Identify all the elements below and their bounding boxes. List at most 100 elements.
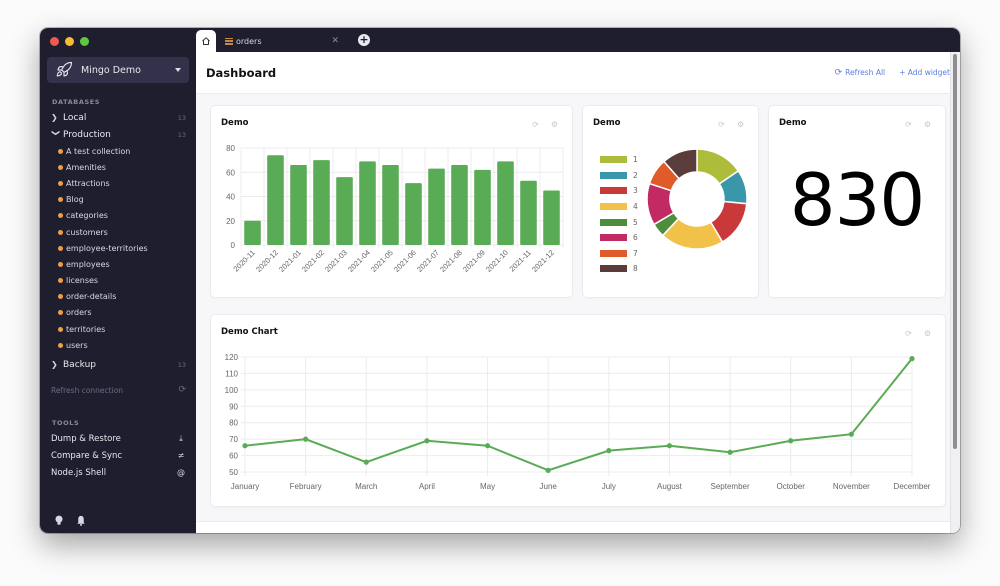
x-tick-label: November [833, 482, 870, 491]
bar [428, 168, 445, 245]
refresh-connection-button[interactable]: Refresh connection ⟳ [51, 385, 186, 395]
bar [520, 180, 537, 245]
chevron-right-icon: ❯ [51, 360, 58, 370]
y-tick-label: 60 [229, 452, 238, 461]
y-tick-label: 80 [229, 419, 238, 428]
y-tick-label: 120 [225, 353, 239, 362]
tab-orders[interactable]: orders ✕ [218, 30, 346, 52]
collection-name: Amenities [66, 162, 106, 172]
y-tick-label: 20 [226, 217, 235, 226]
page-title: Dashboard [206, 65, 277, 80]
x-tick-label: August [657, 482, 683, 491]
refresh-icon[interactable]: ⟳ [905, 120, 912, 129]
collection-name: A test collection [66, 146, 131, 156]
close-tab-icon[interactable]: ✕ [331, 36, 339, 46]
legend-item[interactable]: 8 [600, 261, 638, 277]
y-tick-label: 70 [229, 435, 238, 444]
y-tick-label: 0 [231, 241, 236, 250]
collection-name: categories [66, 211, 108, 221]
collection-item[interactable]: customers [40, 224, 196, 240]
legend-item[interactable]: 6 [600, 230, 638, 246]
bar-chart: 0204060802020-112020-122021-012021-02202… [226, 144, 564, 274]
bar-chart-widget: Demo ⟳ ⚙ 0 20 40 60 80 2020-11 2020-12 2021-01 2… [211, 106, 572, 297]
data-point [909, 356, 915, 362]
x-tick-label: January [231, 482, 259, 491]
collection-item[interactable]: Blog [40, 192, 196, 208]
tool-compare-sync[interactable]: Compare & Sync ≠ [40, 447, 196, 464]
widget-title: Demo [593, 118, 621, 128]
collection-status-dot [58, 294, 63, 300]
gear-icon[interactable]: ⚙ [737, 120, 744, 129]
collection-item[interactable]: categories [40, 208, 196, 224]
db-production[interactable]: ❯ Production 13 [40, 126, 196, 143]
collection-item[interactable]: order-details [40, 289, 196, 305]
legend-label: 3 [633, 186, 638, 196]
app-window: Mingo Demo DATABASES ❯ Local 13 ❯ Produc… [40, 28, 960, 533]
bar [497, 161, 514, 245]
bar [359, 161, 376, 245]
minimize-window-button[interactable] [65, 37, 74, 46]
collection-item[interactable]: employee-territories [40, 240, 196, 256]
tool-label: Compare & Sync [51, 450, 123, 461]
data-point [545, 467, 551, 473]
collection-status-dot [58, 229, 63, 235]
legend-item[interactable]: 2 [600, 168, 638, 184]
collection-name: Attractions [66, 178, 110, 188]
donut-slice [646, 182, 675, 226]
close-window-button[interactable] [50, 37, 59, 46]
collection-name: employee-territories [66, 243, 148, 253]
collection-status-dot [58, 213, 63, 219]
collection-name: orders [66, 308, 92, 318]
x-tick-label: March [355, 482, 377, 491]
collection-item[interactable]: territories [40, 321, 196, 337]
data-point [484, 443, 491, 449]
db-backup[interactable]: ❯ Backup 13 [40, 356, 196, 373]
legend-item[interactable]: 3 [600, 183, 638, 199]
connection-name: Mingo Demo [81, 64, 141, 76]
legend-swatch [600, 156, 627, 164]
legend-label: 7 [633, 248, 638, 258]
x-tick-label: July [602, 482, 616, 491]
legend-item[interactable]: 5 [600, 214, 638, 230]
x-tick-label: 2021-03 [323, 248, 349, 274]
legend-item[interactable]: 1 [600, 152, 638, 168]
x-tick-label: 2021-12 [530, 248, 556, 274]
collection-item[interactable]: Attractions [40, 175, 196, 191]
data-point [303, 436, 309, 442]
collection-item[interactable]: licenses [40, 273, 196, 289]
collection-item[interactable]: employees [40, 256, 196, 272]
collection-status-dot [58, 245, 63, 251]
data-point [848, 431, 854, 437]
collection-item[interactable]: Amenities [40, 159, 196, 175]
scrollbar-thumb[interactable] [953, 54, 957, 449]
legend-item[interactable]: 4 [600, 199, 638, 215]
collection-icon [225, 37, 233, 45]
legend-item[interactable]: 7 [600, 246, 638, 262]
refresh-all-button[interactable]: ⟳ Refresh All [835, 68, 886, 78]
legend-label: 2 [633, 170, 638, 180]
legend-label: 4 [633, 202, 638, 212]
line-series [244, 358, 913, 472]
window-controls [50, 37, 89, 46]
donut-slice [696, 148, 740, 185]
connection-selector[interactable]: Mingo Demo [47, 57, 189, 83]
x-tick-label: 2021-04 [346, 248, 372, 274]
db-local[interactable]: ❯ Local 13 [40, 109, 196, 126]
y-tick-label: 40 [226, 193, 235, 202]
collection-status-dot [58, 180, 63, 186]
new-tab-button[interactable]: + [358, 34, 370, 46]
collection-item[interactable]: orders [40, 305, 196, 321]
lightbulb-icon[interactable] [54, 515, 64, 526]
refresh-icon[interactable]: ⟳ [718, 120, 725, 129]
tab-home[interactable] [196, 30, 216, 52]
gear-icon[interactable]: ⚙ [924, 120, 931, 129]
collection-item[interactable]: A test collection [40, 143, 196, 159]
add-widget-button[interactable]: + Add widget [899, 68, 950, 77]
bar [405, 183, 422, 245]
tool-dump-restore[interactable]: Dump & Restore ⤓ [40, 430, 196, 447]
bell-icon[interactable] [76, 515, 86, 526]
collection-item[interactable]: users [40, 337, 196, 353]
home-icon [202, 37, 210, 45]
maximize-window-button[interactable] [80, 37, 89, 46]
tool-nodejs-shell[interactable]: Node.js Shell @ [40, 464, 196, 481]
